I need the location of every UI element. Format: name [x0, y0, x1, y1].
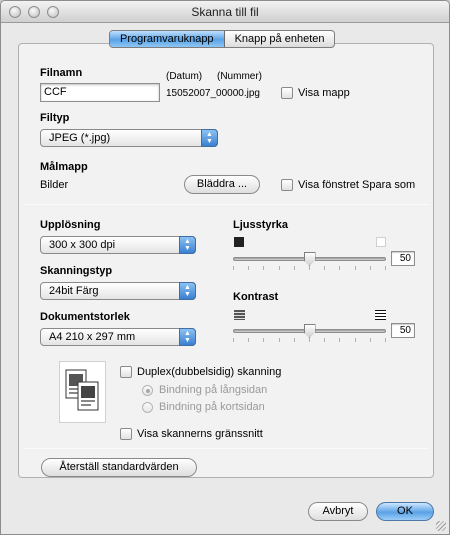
title-bar: Skanna till fil	[1, 1, 449, 23]
slider-tick	[370, 338, 371, 342]
filename-heading: Filnamn	[40, 67, 83, 79]
select-arrows-icon: ▲ ▼	[179, 282, 196, 300]
show-folder-label: Visa mapp	[298, 87, 350, 99]
settings-panel: Filnamn (Datum) (Nummer) CCF 15052007_00…	[18, 43, 434, 478]
destination-folder: Bilder	[40, 179, 69, 191]
resize-grip-icon[interactable]	[436, 521, 446, 531]
resolution-value: 300 x 300 dpi	[49, 239, 116, 251]
slider-tick	[294, 266, 295, 270]
scan-type-select[interactable]: 24bit Färg ▲ ▼	[40, 282, 196, 300]
date-hint: (Datum)	[166, 71, 203, 82]
slider-tick	[233, 338, 234, 342]
duplex-pages-icon	[65, 369, 99, 411]
browse-button[interactable]: Bläddra ...	[184, 175, 260, 194]
show-save-as-checkbox[interactable]	[281, 179, 293, 191]
slider-tick	[248, 338, 249, 342]
long-edge-radio[interactable]	[142, 385, 153, 396]
slider-tick	[309, 338, 310, 342]
slider-tick	[279, 338, 280, 342]
ok-button[interactable]: OK	[376, 502, 434, 521]
contrast-heading: Kontrast	[233, 291, 279, 303]
brightness-value-field[interactable]: 50	[391, 251, 415, 266]
slider-tick	[248, 266, 249, 270]
filetype-heading: Filtyp	[40, 112, 70, 124]
window-title: Skanna till fil	[191, 5, 259, 19]
filename-input[interactable]: CCF	[40, 83, 160, 102]
cancel-button[interactable]: Avbryt	[308, 502, 368, 521]
brightness-ticks	[233, 266, 386, 271]
dialog-window: Skanna till fil Programvaruknapp Knapp p…	[0, 0, 450, 535]
brightness-heading: Ljusstyrka	[233, 219, 289, 231]
doc-size-select[interactable]: A4 210 x 297 mm ▲ ▼	[40, 328, 196, 346]
scanner-interface-label: Visa skannerns gränssnitt	[137, 428, 263, 440]
tab-software-button[interactable]: Programvaruknapp	[110, 31, 225, 47]
short-edge-label: Bindning på kortsidan	[159, 401, 265, 413]
divider	[23, 204, 429, 205]
slider-tick	[385, 266, 386, 270]
low-contrast-icon	[234, 310, 245, 320]
doc-size-value: A4 210 x 297 mm	[49, 331, 136, 343]
contrast-ticks	[233, 338, 386, 343]
filetype-select[interactable]: JPEG (*.jpg) ▲ ▼	[40, 129, 218, 147]
slider-tick	[355, 338, 356, 342]
number-hint: (Nummer)	[217, 71, 262, 82]
slider-tick	[324, 266, 325, 270]
duplex-label: Duplex(dubbelsidig) skanning	[137, 366, 282, 378]
show-save-as-label: Visa fönstret Spara som	[298, 179, 416, 191]
duplex-checkbox[interactable]	[120, 366, 132, 378]
destination-heading: Målmapp	[40, 161, 88, 173]
filetype-value: JPEG (*.jpg)	[49, 132, 111, 144]
resolution-select[interactable]: 300 x 300 dpi ▲ ▼	[40, 236, 196, 254]
light-swatch-icon	[376, 237, 386, 247]
select-arrows-icon: ▲ ▼	[201, 129, 218, 147]
select-arrows-icon: ▲ ▼	[179, 236, 196, 254]
resolution-heading: Upplösning	[40, 219, 101, 231]
dark-swatch-icon	[234, 237, 244, 247]
slider-tick	[263, 338, 264, 342]
scan-type-value: 24bit Färg	[49, 285, 99, 297]
slider-tick	[339, 266, 340, 270]
show-folder-checkbox[interactable]	[281, 87, 293, 99]
high-contrast-icon	[375, 310, 386, 320]
tab-device-button[interactable]: Knapp på enheten	[225, 31, 335, 47]
restore-defaults-button[interactable]: Återställ standardvärden	[41, 458, 197, 477]
slider-tick	[385, 338, 386, 342]
scanner-interface-checkbox[interactable]	[120, 428, 132, 440]
brightness-slider-thumb[interactable]	[303, 252, 316, 266]
slider-tick	[263, 266, 264, 270]
slider-tick	[233, 266, 234, 270]
contrast-value-field[interactable]: 50	[391, 323, 415, 338]
slider-tick	[370, 266, 371, 270]
short-edge-radio[interactable]	[142, 402, 153, 413]
slider-tick	[355, 266, 356, 270]
long-edge-label: Bindning på långsidan	[159, 384, 268, 396]
select-arrows-icon: ▲ ▼	[179, 328, 196, 346]
slider-tick	[339, 338, 340, 342]
filename-example: 15052007_00000.jpg	[166, 88, 260, 99]
duplex-preview	[59, 361, 106, 423]
divider	[23, 448, 429, 449]
scan-type-heading: Skanningstyp	[40, 265, 113, 277]
contrast-slider-thumb[interactable]	[303, 324, 316, 338]
slider-tick	[324, 338, 325, 342]
slider-tick	[294, 338, 295, 342]
doc-size-heading: Dokumentstorlek	[40, 311, 130, 323]
slider-tick	[279, 266, 280, 270]
tab-bar: Programvaruknapp Knapp på enheten	[109, 30, 336, 48]
slider-tick	[309, 266, 310, 270]
